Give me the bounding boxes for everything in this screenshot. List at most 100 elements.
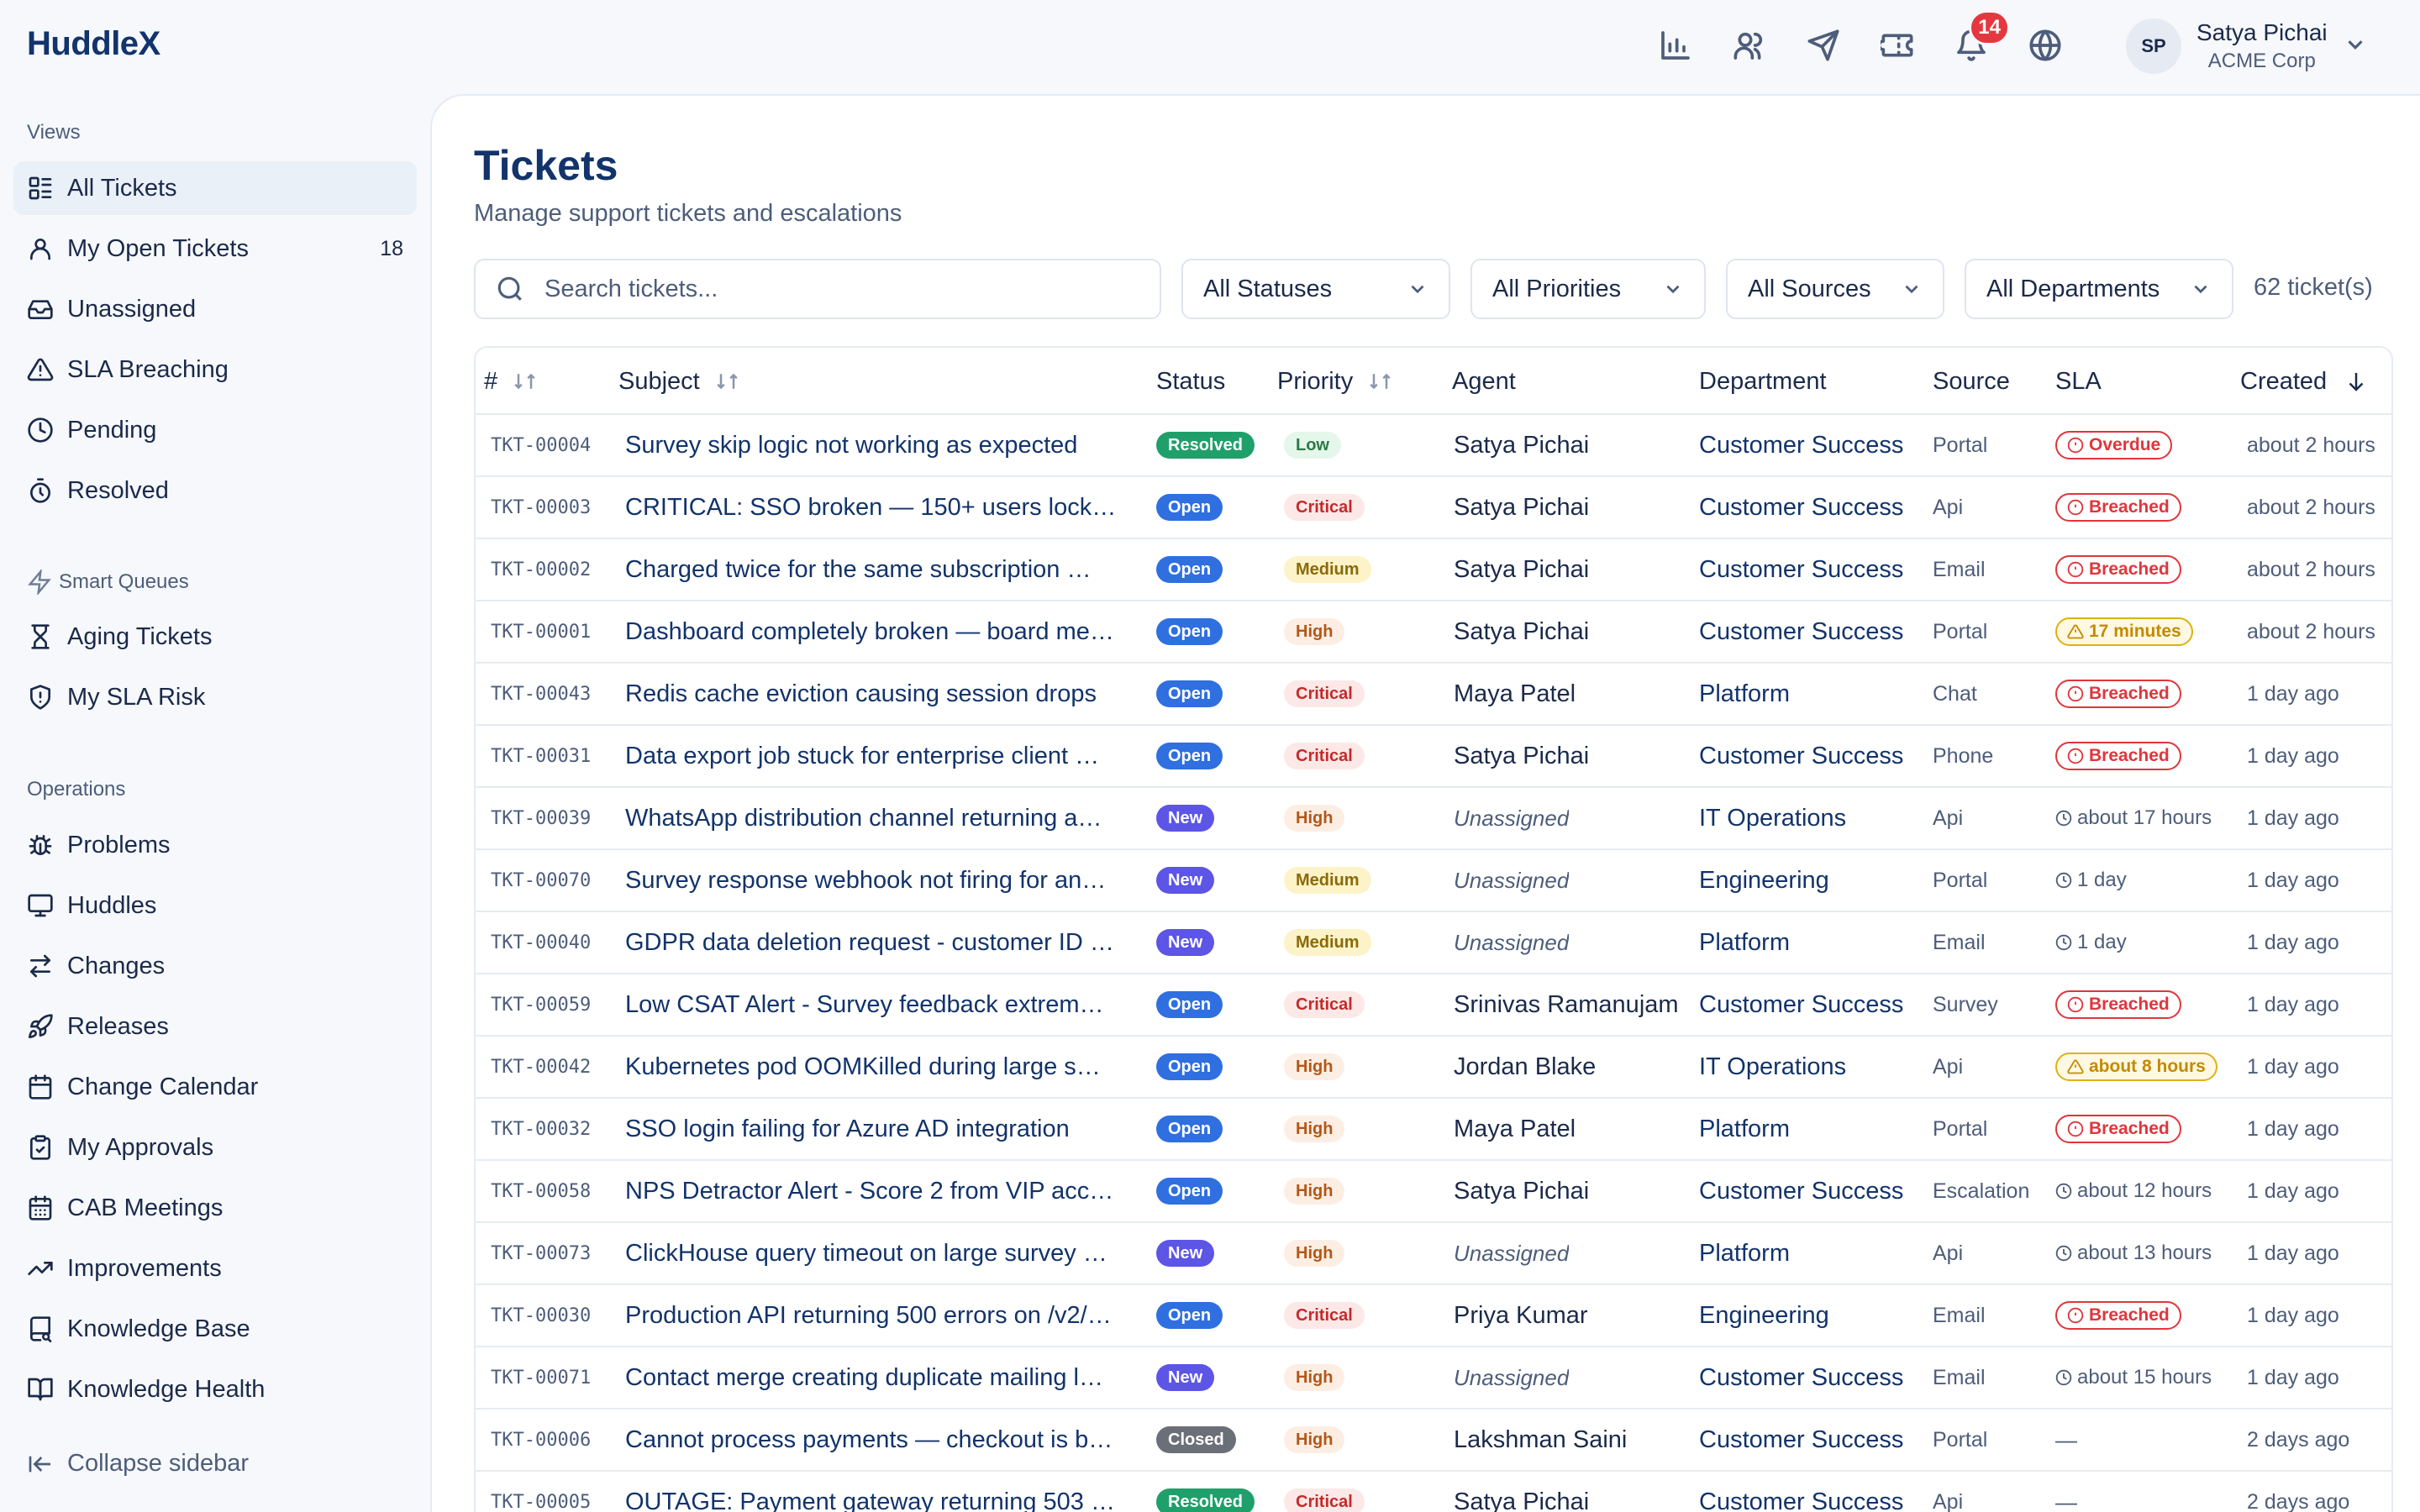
column-department[interactable]: Department: [1699, 348, 1827, 415]
ticket-id[interactable]: TKT-00006: [491, 1410, 591, 1470]
ticket-subject[interactable]: Production API returning 500 errors on /…: [625, 1285, 1129, 1346]
ticket-subject[interactable]: Low CSAT Alert - Survey feedback extrem…: [625, 974, 1129, 1035]
ticket-subject[interactable]: Survey skip logic not working as expecte…: [625, 415, 1129, 475]
column-priority[interactable]: Priority: [1277, 348, 1395, 415]
ticket-subject[interactable]: CRITICAL: SSO broken — 150+ users locke…: [625, 477, 1129, 538]
ticket-id[interactable]: TKT-00073: [491, 1223, 591, 1284]
agent-name: Priya Kumar: [1454, 1301, 1588, 1329]
status-filter[interactable]: All Statuses: [1181, 259, 1450, 319]
sidebar-item-resolved[interactable]: Resolved: [13, 464, 417, 517]
table-row[interactable]: TKT-00030 Production API returning 500 er…: [476, 1285, 2391, 1347]
column-source[interactable]: Source: [1933, 348, 2010, 415]
sidebar-item-changes[interactable]: Changes: [13, 939, 417, 993]
table-row[interactable]: TKT-00071 Contact merge creating duplicat…: [476, 1347, 2391, 1410]
app-logo[interactable]: HuddleX: [27, 25, 160, 63]
sla-badge: Breached: [2055, 1115, 2181, 1143]
ticket-id[interactable]: TKT-00039: [491, 788, 591, 848]
sidebar-item-knowledge-health[interactable]: Knowledge Health: [13, 1362, 417, 1416]
table-row[interactable]: TKT-00039 WhatsApp distribution channel r…: [476, 788, 2391, 850]
column-sla[interactable]: SLA: [2055, 348, 2102, 415]
sidebar-item-my-approvals[interactable]: My Approvals: [13, 1121, 417, 1174]
send-icon[interactable]: [1803, 25, 1844, 66]
sidebar-item-knowledge-base[interactable]: Knowledge Base: [13, 1302, 417, 1356]
ticket-id[interactable]: TKT-00030: [491, 1285, 591, 1346]
globe-icon[interactable]: [2025, 25, 2065, 66]
sidebar-item-unassigned[interactable]: Unassigned: [13, 282, 417, 336]
ticket-subject[interactable]: ClickHouse query timeout on large survey…: [625, 1223, 1129, 1284]
table-row[interactable]: TKT-00070 Survey response webhook not fir…: [476, 850, 2391, 912]
ticket-id[interactable]: TKT-00002: [491, 539, 591, 600]
sidebar-item-pending[interactable]: Pending: [13, 403, 417, 457]
ticket-id[interactable]: TKT-00071: [491, 1347, 591, 1408]
table-row[interactable]: TKT-00002 Charged twice for the same subs…: [476, 539, 2391, 601]
table-row[interactable]: TKT-00058 NPS Detractor Alert - Score 2 f…: [476, 1161, 2391, 1223]
ticket-subject[interactable]: NPS Detractor Alert - Score 2 from VIP a…: [625, 1161, 1129, 1221]
search-box[interactable]: [474, 259, 1161, 319]
ticket-id[interactable]: TKT-00004: [491, 415, 591, 475]
table-row[interactable]: TKT-00043 Redis cache eviction causing se…: [476, 664, 2391, 726]
sidebar-item-aging-tickets[interactable]: Aging Tickets: [13, 610, 417, 664]
ticket-subject[interactable]: WhatsApp distribution channel returning …: [625, 788, 1129, 848]
ticket-subject[interactable]: Contact merge creating duplicate mailing…: [625, 1347, 1129, 1408]
column-subject[interactable]: Subject: [618, 348, 742, 415]
column-agent[interactable]: Agent: [1452, 348, 1516, 415]
table-row[interactable]: TKT-00042 Kubernetes pod OOMKilled during…: [476, 1037, 2391, 1099]
ticket-subject[interactable]: Data export job stuck for enterprise cli…: [625, 726, 1129, 786]
ticket-subject[interactable]: Survey response webhook not firing for a…: [625, 850, 1129, 911]
ticket-id[interactable]: TKT-00040: [491, 912, 591, 973]
ticket-id[interactable]: TKT-00032: [491, 1099, 591, 1159]
ticket-id[interactable]: TKT-00001: [491, 601, 591, 662]
ticket-subject[interactable]: Charged twice for the same subscription …: [625, 539, 1129, 600]
source-filter[interactable]: All Sources: [1726, 259, 1944, 319]
ticket-subject[interactable]: GDPR data deletion request - customer ID…: [625, 912, 1129, 973]
ticket-id[interactable]: TKT-00003: [491, 477, 591, 538]
sidebar-item-all-tickets[interactable]: All Tickets: [13, 161, 417, 215]
sidebar-item-problems[interactable]: Problems: [13, 818, 417, 872]
column-status[interactable]: Status: [1156, 348, 1225, 415]
table-row[interactable]: TKT-00040 GDPR data deletion request - cu…: [476, 912, 2391, 974]
sidebar-item-releases[interactable]: Releases: [13, 1000, 417, 1053]
ticket-id[interactable]: TKT-00005: [491, 1472, 591, 1512]
ticket-icon[interactable]: [1877, 25, 1918, 66]
ticket-subject[interactable]: Redis cache eviction causing session dro…: [625, 664, 1129, 724]
bar-chart-icon[interactable]: [1655, 25, 1696, 66]
ticket-id[interactable]: TKT-00031: [491, 726, 591, 786]
ticket-subject[interactable]: Dashboard completely broken — board me…: [625, 601, 1129, 662]
table-row[interactable]: TKT-00059 Low CSAT Alert - Survey feedbac…: [476, 974, 2391, 1037]
ticket-id[interactable]: TKT-00070: [491, 850, 591, 911]
ticket-subject[interactable]: OUTAGE: Payment gateway returning 503 …: [625, 1472, 1129, 1512]
column-created[interactable]: Created: [2240, 348, 2369, 415]
priority-filter[interactable]: All Priorities: [1470, 259, 1706, 319]
ticket-subject[interactable]: SSO login failing for Azure AD integrati…: [625, 1099, 1129, 1159]
table-row[interactable]: TKT-00006 Cannot process payments — check…: [476, 1410, 2391, 1472]
avatar: SP: [2126, 18, 2181, 74]
department-filter[interactable]: All Departments: [1965, 259, 2233, 319]
table-row[interactable]: TKT-00004 Survey skip logic not working a…: [476, 415, 2391, 477]
sidebar-item-my-open-tickets[interactable]: My Open Tickets 18: [13, 222, 417, 276]
bell-icon[interactable]: 14: [1951, 10, 2010, 66]
column-id[interactable]: #: [484, 348, 539, 415]
subject-text: Data export job stuck for enterprise cli…: [625, 742, 1100, 769]
ticket-id[interactable]: TKT-00058: [491, 1161, 591, 1221]
table-row[interactable]: TKT-00005 OUTAGE: Payment gateway returni…: [476, 1472, 2391, 1512]
sidebar-item-sla-breaching[interactable]: SLA Breaching: [13, 343, 417, 396]
ticket-subject[interactable]: Kubernetes pod OOMKilled during large s…: [625, 1037, 1129, 1097]
collapse-sidebar-button[interactable]: Collapse sidebar: [27, 1450, 249, 1478]
ticket-id[interactable]: TKT-00042: [491, 1037, 591, 1097]
users-icon[interactable]: [1729, 25, 1770, 66]
table-row[interactable]: TKT-00073 ClickHouse query timeout on lar…: [476, 1223, 2391, 1285]
table-row[interactable]: TKT-00001 Dashboard completely broken — b…: [476, 601, 2391, 664]
sidebar-item-cab-meetings[interactable]: CAB Meetings: [13, 1181, 417, 1235]
search-input[interactable]: [544, 275, 1133, 303]
ticket-subject[interactable]: Cannot process payments — checkout is b…: [625, 1410, 1129, 1470]
sidebar-item-change-calendar[interactable]: Change Calendar: [13, 1060, 417, 1114]
table-row[interactable]: TKT-00003 CRITICAL: SSO broken — 150+ use…: [476, 477, 2391, 539]
ticket-id[interactable]: TKT-00059: [491, 974, 591, 1035]
table-row[interactable]: TKT-00031 Data export job stuck for enter…: [476, 726, 2391, 788]
sidebar-item-my-sla-risk[interactable]: My SLA Risk: [13, 670, 417, 724]
sidebar-item-huddles[interactable]: Huddles: [13, 879, 417, 932]
sidebar-item-improvements[interactable]: Improvements: [13, 1242, 417, 1295]
table-row[interactable]: TKT-00032 SSO login failing for Azure AD …: [476, 1099, 2391, 1161]
ticket-id[interactable]: TKT-00043: [491, 664, 591, 724]
user-menu[interactable]: SP Satya Pichai ACME Corp: [2126, 18, 2368, 74]
